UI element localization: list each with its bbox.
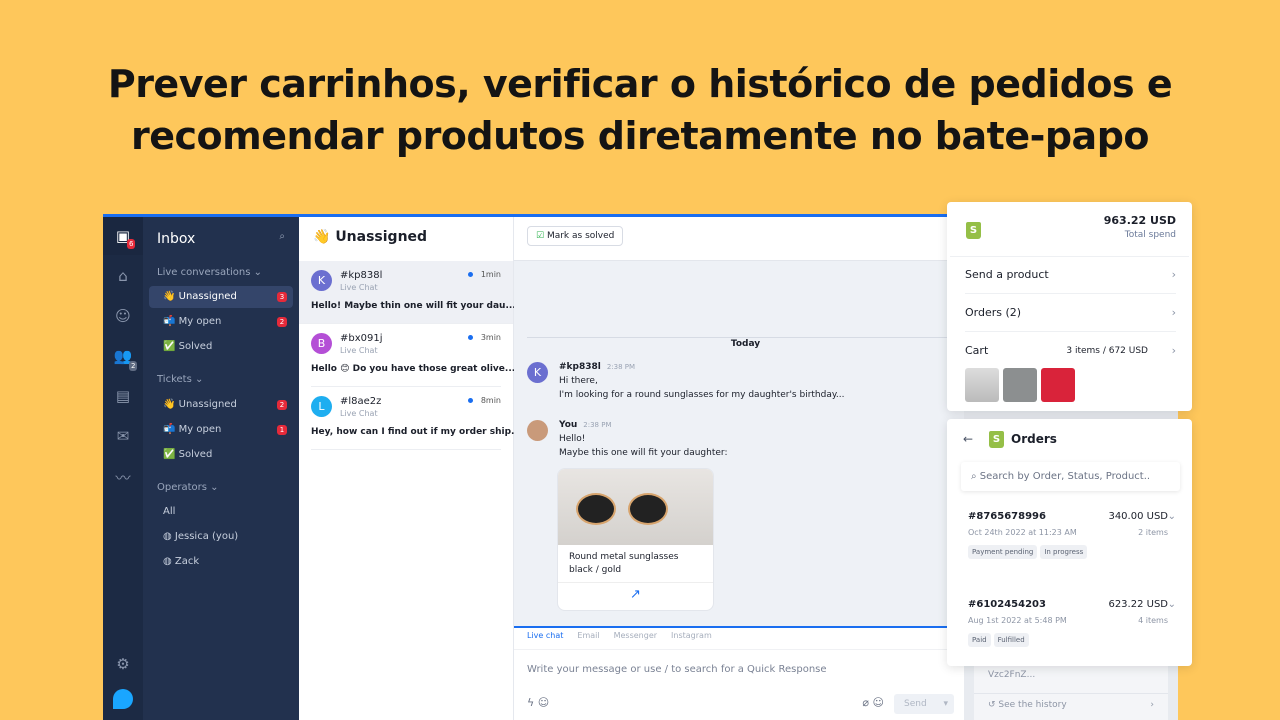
see-history-link[interactable]: ↺ See the history › <box>974 693 1168 716</box>
mark-solved-button[interactable]: ☑ Mark as solved <box>527 226 624 246</box>
sidebar-item-tickets-solved[interactable]: ✅ Solved <box>149 444 293 466</box>
brand-logo-icon <box>113 689 133 709</box>
order-search-input[interactable]: ⌕ Search by Order, Status, Product.. <box>961 462 1180 491</box>
order-item[interactable]: #8765678996 340.00 USD Oct 24th 2022 at 1… <box>968 511 1168 559</box>
avatar: L <box>311 396 332 417</box>
orders-row[interactable]: Orders (2) › <box>965 294 1176 332</box>
sidebar-item-tickets-unassigned[interactable]: 👋 Unassigned 2 <box>149 394 293 416</box>
shopify-card: S 963.22 USD Total spend Send a product › … <box>947 202 1192 411</box>
tab-instagram[interactable]: Instagram <box>671 631 712 640</box>
search-icon[interactable]: ⌕ <box>279 231 285 242</box>
chevron-down-icon[interactable]: ⌄ <box>1168 511 1176 522</box>
conversation-item[interactable]: L #l8ae2z Live Chat 8min Hey, how can I f… <box>311 387 521 450</box>
cart-row[interactable]: Cart 3 items / 672 USD › <box>965 332 1176 370</box>
conversation-item[interactable]: K #kp838l Live Chat 1min Hello! Maybe thi… <box>299 261 516 324</box>
operator-zack[interactable]: ◍ Zack <box>149 551 293 573</box>
shopify-icon: S <box>989 431 1004 448</box>
inbox-icon[interactable]: ▣ <box>103 217 143 255</box>
section-live[interactable]: Live conversations ⌄ <box>157 267 262 278</box>
composer: Live chat Email Messenger Instagram Write y… <box>514 626 964 720</box>
chevron-down-icon[interactable]: ⌄ <box>1168 599 1176 610</box>
cart-thumb-watch <box>1041 368 1075 402</box>
send-product-row[interactable]: Send a product › <box>965 256 1176 294</box>
shopify-icon: S <box>966 222 981 239</box>
sidebar-item-live-my-open[interactable]: 📬 My open 2 <box>149 311 293 333</box>
attach-icon[interactable]: ⌀ <box>862 696 869 709</box>
sidebar-item-live-unassigned[interactable]: 👋 Unassigned 3 <box>149 286 293 308</box>
sidebar: Inbox ⌕ Live conversations ⌄ 👋 Unassigne… <box>143 217 299 720</box>
conversation-item[interactable]: B #bx091j Live Chat 3min Hello 😊 Do you h… <box>311 324 515 387</box>
home-icon[interactable]: ⌂ <box>103 267 143 285</box>
headline: Prever carrinhos, verificar o histórico … <box>107 62 1173 158</box>
section-operators[interactable]: Operators ⌄ <box>157 482 219 493</box>
avatar: B <box>311 333 332 354</box>
message: #kp838l 2:38 PM Hi there, I'm looking for a… <box>559 362 845 400</box>
cart-thumb-sunglasses <box>965 368 999 402</box>
send-button[interactable]: Send ▾ <box>894 694 954 714</box>
mail-icon[interactable]: ✉ <box>103 427 143 445</box>
analytics-icon[interactable]: 〰 <box>103 467 143 488</box>
team-icon[interactable]: 👥 <box>103 347 143 365</box>
bot-icon[interactable]: ☺ <box>538 696 549 709</box>
sidebar-item-live-solved[interactable]: ✅ Solved <box>149 336 293 358</box>
contacts-icon[interactable]: ▤ <box>103 387 143 405</box>
operator-jessica[interactable]: ◍ Jessica (you) <box>149 526 293 548</box>
cart-thumb-cap <box>1003 368 1037 402</box>
chat-pane: ☑ Mark as solved Today K #kp838l 2:38 PM H… <box>514 217 964 720</box>
list-title: 👋 Unassigned <box>313 229 428 245</box>
conversation-list: 👋 Unassigned K #kp838l Live Chat 1min Hel… <box>299 217 521 720</box>
orders-title: Orders <box>1011 432 1057 446</box>
bot-icon[interactable]: ☺ <box>103 307 143 325</box>
avatar: K <box>311 270 332 291</box>
product-card: Round metal sunglasses black / gold ↗ <box>557 468 714 611</box>
avatar: K <box>527 362 548 383</box>
inbox-badge: 6 <box>127 239 136 249</box>
team-badge: 2 <box>129 361 138 371</box>
emoji-icon[interactable]: ☺ <box>873 696 884 709</box>
sidebar-item-tickets-my-open[interactable]: 📬 My open 1 <box>149 419 293 441</box>
settings-icon[interactable]: ⚙ <box>103 655 143 673</box>
order-item[interactable]: #6102454203 623.22 USD Aug 1st 2022 at 5:… <box>968 599 1168 647</box>
message: You 2:38 PM Hello! Maybe this one will fit … <box>559 420 728 458</box>
date-divider: Today <box>527 337 964 357</box>
quick-response-icon[interactable]: ϟ <box>527 696 534 709</box>
tab-live-chat[interactable]: Live chat <box>527 631 563 640</box>
back-icon[interactable]: ← <box>963 432 973 446</box>
tab-email[interactable]: Email <box>577 631 599 640</box>
product-image <box>558 469 713 545</box>
tab-messenger[interactable]: Messenger <box>614 631 657 640</box>
sidebar-title: Inbox <box>157 231 196 247</box>
nav-rail: ▣ 6 ⌂ ☺ 👥 2 ▤ ✉ 〰 ⚙ <box>103 217 143 720</box>
message-input[interactable]: Write your message or use / to search fo… <box>527 664 827 675</box>
operator-all[interactable]: All <box>149 501 293 523</box>
operator-avatar <box>527 420 548 441</box>
open-link-icon[interactable]: ↗ <box>558 583 713 602</box>
orders-card: ← S Orders ⌕ Search by Order, Status, Pr… <box>947 419 1192 666</box>
section-tickets[interactable]: Tickets ⌄ <box>157 374 203 385</box>
